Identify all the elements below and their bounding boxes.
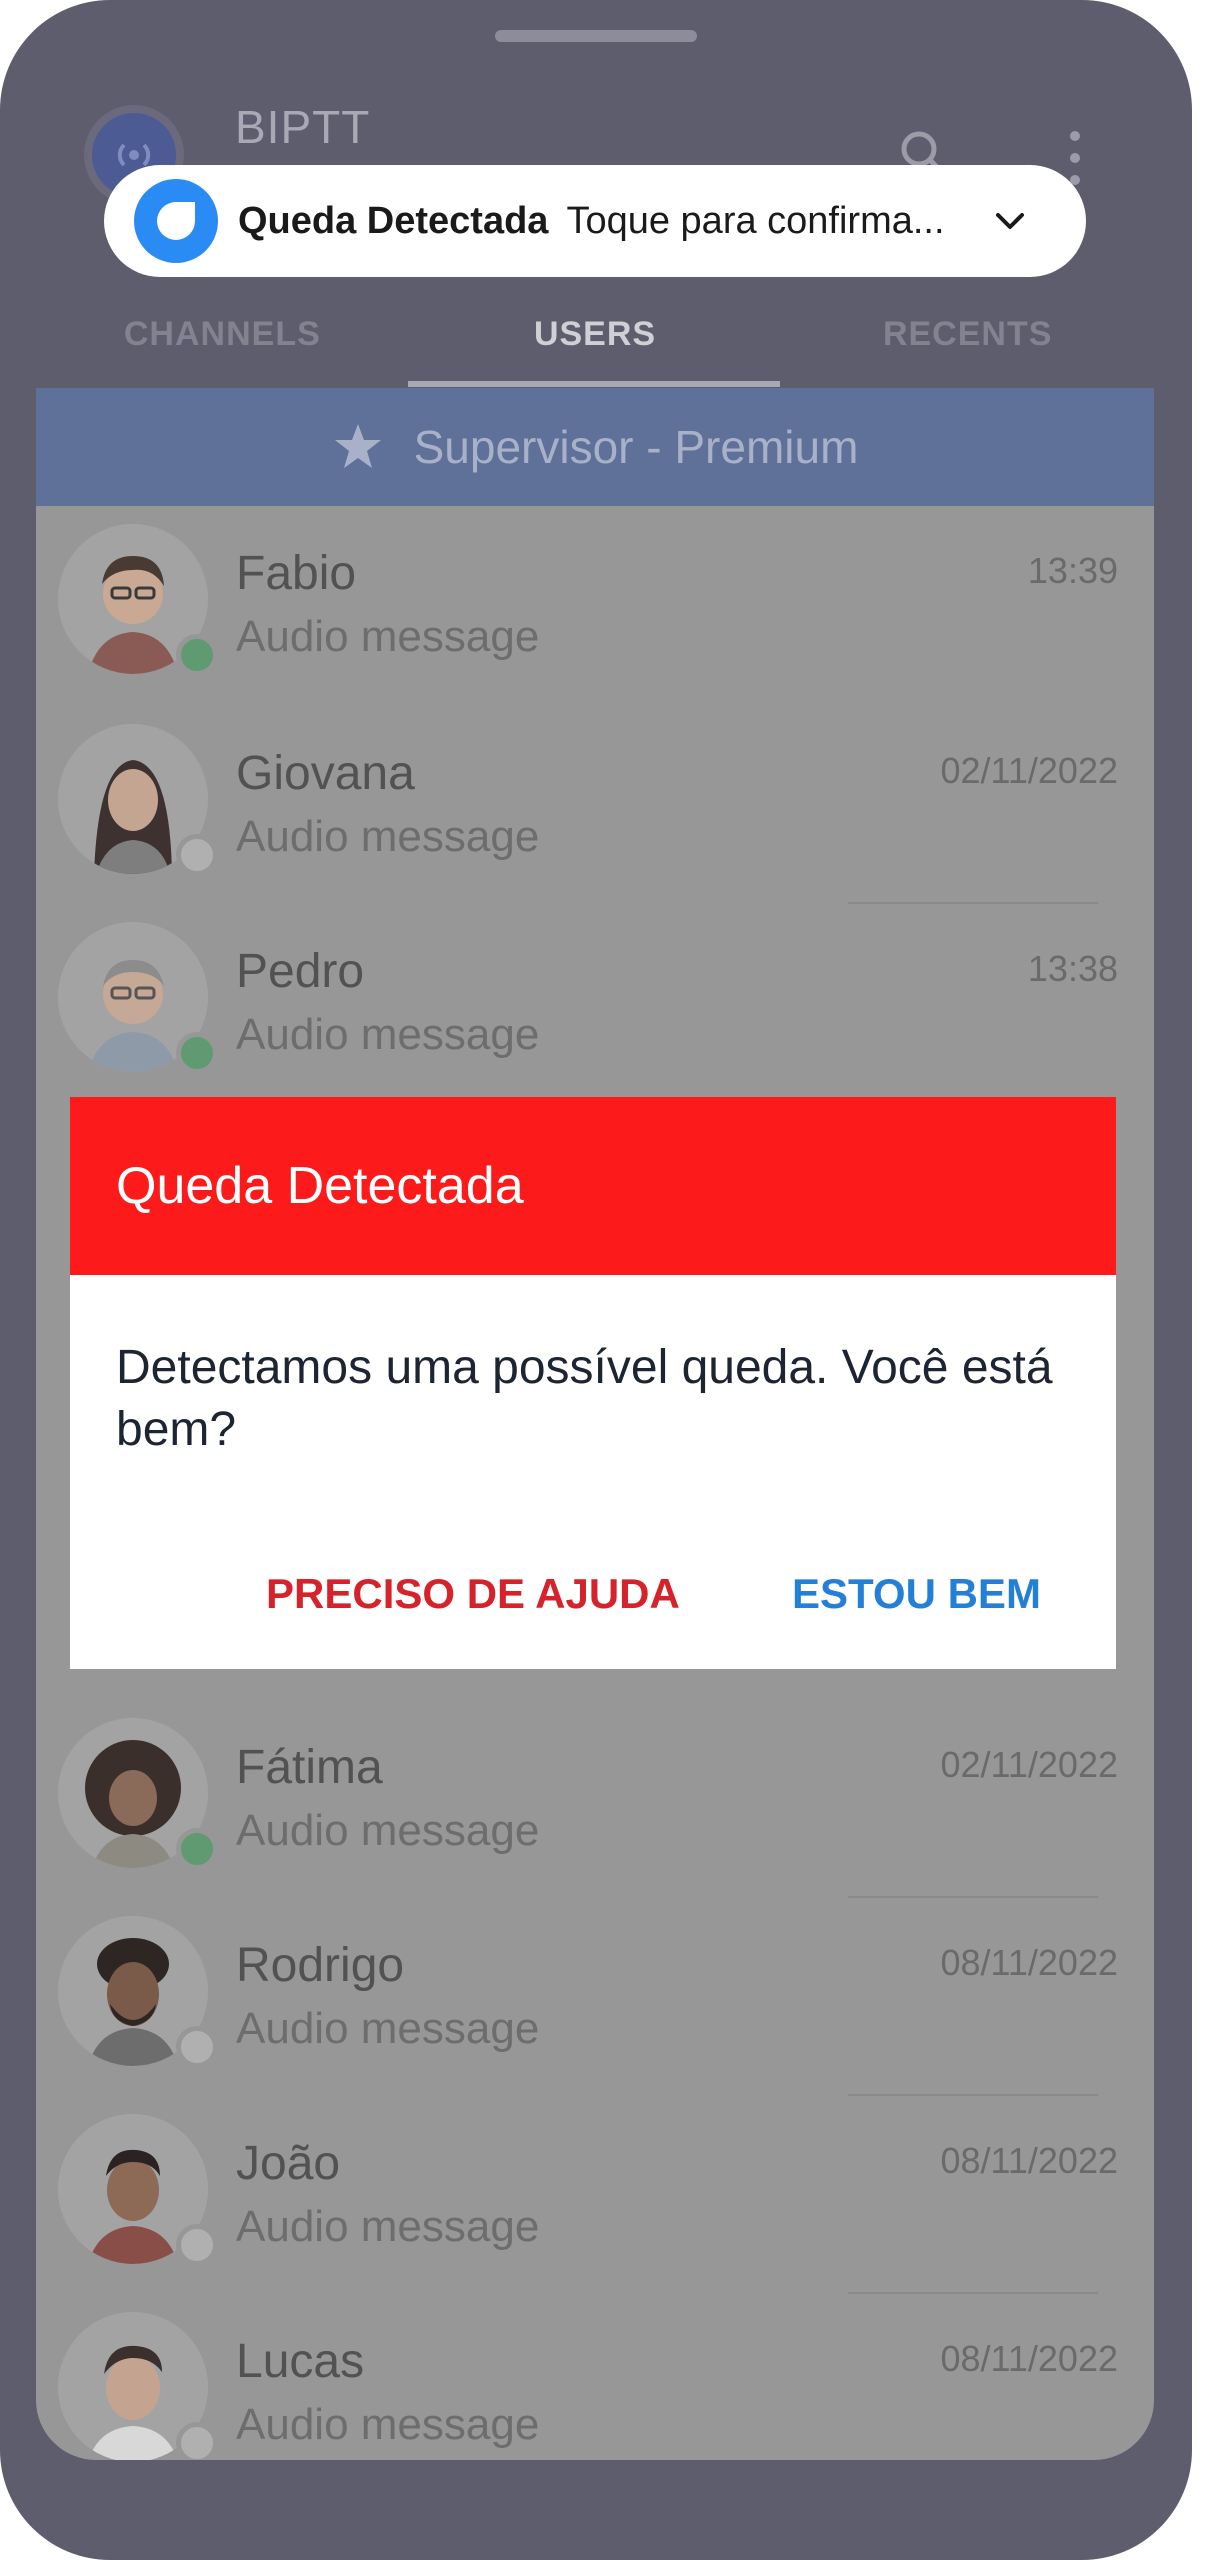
- contact-time: 08/11/2022: [940, 2140, 1118, 2181]
- contact-time: 02/11/2022: [940, 750, 1118, 791]
- status-offline: [176, 2026, 218, 2068]
- list-item[interactable]: Fabio Audio message 13:39: [36, 506, 1154, 704]
- contact-time: 08/11/2022: [940, 1942, 1118, 1983]
- contact-time: 02/11/2022: [940, 1744, 1118, 1785]
- contact-time: 13:38: [1027, 948, 1118, 989]
- contact-name: João: [236, 2137, 341, 2190]
- app-title: BIPTT: [235, 101, 371, 153]
- phone-frame: BIPTT CHANNELS USERS RECENTS Supervisor …: [0, 0, 1192, 2560]
- status-offline: [176, 2422, 218, 2460]
- supervisor-label: Supervisor - Premium: [413, 421, 859, 473]
- tab-channels[interactable]: CHANNELS: [36, 280, 409, 388]
- contact-name: Pedro: [236, 945, 365, 998]
- status-offline: [176, 2224, 218, 2266]
- chevron-down-icon[interactable]: [990, 201, 1030, 241]
- list-item[interactable]: João Audio message 08/11/2022: [36, 2096, 1154, 2294]
- contact-name: Fátima: [236, 1741, 383, 1794]
- tab-recents[interactable]: RECENTS: [781, 280, 1154, 388]
- status-online: [176, 1032, 218, 1074]
- contact-name: Fabio: [236, 547, 357, 600]
- heads-up-notification[interactable]: Queda Detectada Toque para confirma...: [104, 165, 1086, 277]
- side-button: [1172, 545, 1190, 745]
- star-icon: [334, 424, 381, 468]
- tab-users[interactable]: USERS: [409, 280, 782, 388]
- app-notification-icon: [134, 179, 218, 263]
- contact-time: 13:39: [1027, 550, 1118, 591]
- contact-name: Lucas: [236, 2335, 365, 2388]
- fall-detected-dialog: Queda Detectada Detectamos uma possível …: [70, 1097, 1116, 1669]
- contact-message: Audio message: [236, 812, 540, 861]
- dialog-header: Queda Detectada: [70, 1097, 1116, 1275]
- list-item[interactable]: Pedro Audio message 13:38: [36, 904, 1154, 1102]
- list-item[interactable]: Lucas Audio message 08/11/2022: [36, 2294, 1154, 2460]
- notification-body: Toque para confirma...: [566, 199, 945, 242]
- status-online: [176, 1828, 218, 1870]
- contact-message: Audio message: [236, 1806, 540, 1855]
- supervisor-banner[interactable]: Supervisor - Premium: [36, 388, 1154, 506]
- status-offline: [176, 834, 218, 876]
- contact-message: Audio message: [236, 2004, 540, 2053]
- dialog-title: Queda Detectada: [116, 1157, 524, 1215]
- tab-bar: CHANNELS USERS RECENTS: [36, 280, 1154, 388]
- contact-message: Audio message: [236, 1010, 540, 1059]
- dialog-message: Detectamos uma possível queda. Você está…: [116, 1341, 1053, 1456]
- list-item[interactable]: Giovana Audio message 02/11/2022: [36, 706, 1154, 904]
- contact-message: Audio message: [236, 2202, 540, 2251]
- list-item[interactable]: Rodrigo Audio message 08/11/2022: [36, 1898, 1154, 2096]
- list-item[interactable]: Fátima Audio message 02/11/2022: [36, 1700, 1154, 1898]
- contact-time: 08/11/2022: [940, 2338, 1118, 2379]
- contact-message: Audio message: [236, 612, 540, 661]
- active-tab-indicator: [408, 381, 780, 387]
- speaker-bar: [495, 30, 697, 42]
- notification-title: Queda Detectada: [238, 199, 549, 242]
- status-online: [176, 634, 218, 676]
- need-help-button[interactable]: PRECISO DE AJUDA: [256, 1553, 690, 1635]
- contact-name: Rodrigo: [236, 1939, 405, 1992]
- contact-message: Audio message: [236, 2400, 540, 2449]
- contact-name: Giovana: [236, 747, 415, 800]
- im-ok-button[interactable]: ESTOU BEM: [782, 1553, 1051, 1635]
- side-button: [1172, 392, 1190, 494]
